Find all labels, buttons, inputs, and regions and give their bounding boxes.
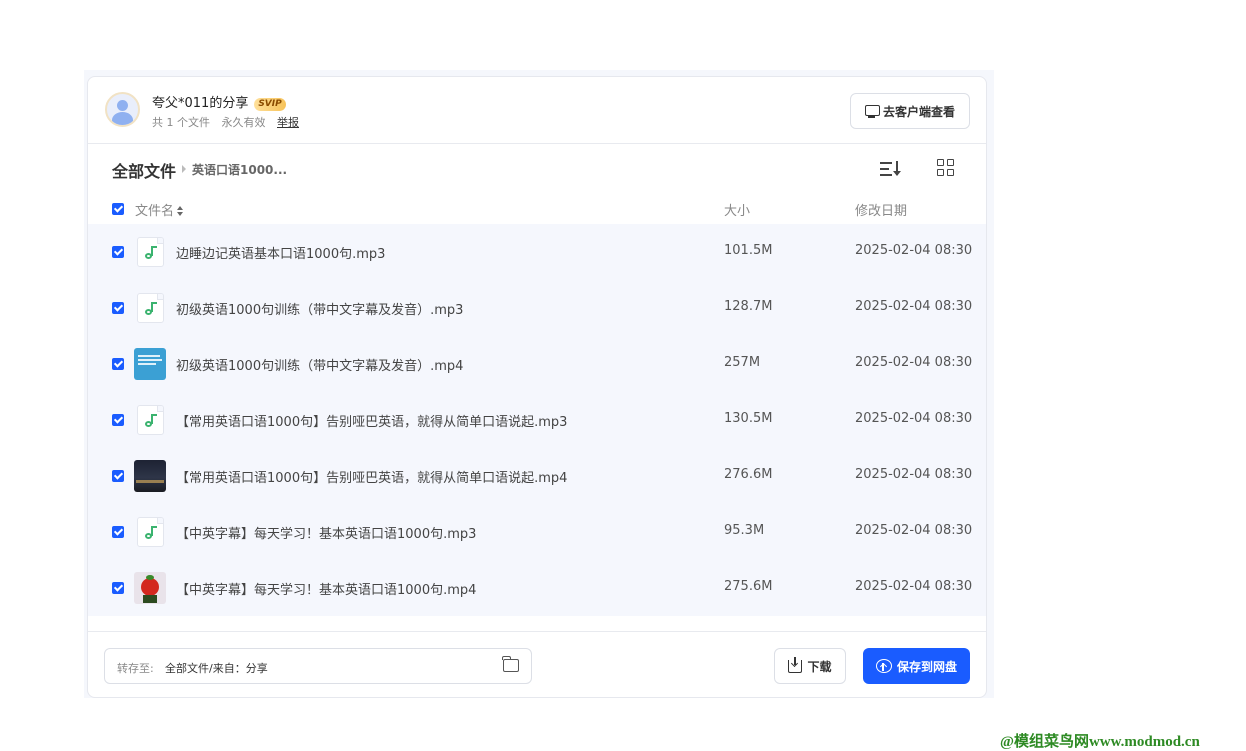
music-file-icon <box>137 517 164 547</box>
file-row[interactable]: 【常用英语口语1000句】告别哑巴英语，就得从简单口语说起.mp4 276.6M… <box>88 448 986 504</box>
file-row[interactable]: 【常用英语口语1000句】告别哑巴英语，就得从简单口语说起.mp3 130.5M… <box>88 392 986 448</box>
file-name[interactable]: 初级英语1000句训练（带中文字幕及发音）.mp3 <box>176 299 463 318</box>
file-date: 2025-02-04 08:30 <box>855 467 973 482</box>
file-name[interactable]: 【中英字幕】每天学习！基本英语口语1000句.mp4 <box>176 579 476 598</box>
row-checkbox[interactable] <box>112 246 124 258</box>
file-name[interactable]: 【常用英语口语1000句】告别哑巴英语，就得从简单口语说起.mp3 <box>176 411 567 430</box>
cloud-upload-icon <box>875 659 892 673</box>
music-file-icon <box>137 237 164 267</box>
row-checkbox[interactable] <box>112 414 124 426</box>
column-modified: 修改日期 <box>855 204 908 219</box>
validity: 永久有效 <box>221 116 266 129</box>
share-owner-title: 夸父*011的分享 <box>152 96 249 111</box>
file-row[interactable]: 【中英字幕】每天学习！基本英语口语1000句.mp3 95.3M 2025-02… <box>88 504 986 560</box>
breadcrumb-current: 英语口语1000... <box>192 163 288 177</box>
open-in-client-label: 去客户端查看 <box>882 104 955 119</box>
avatar[interactable] <box>105 92 140 127</box>
music-file-icon <box>137 405 164 435</box>
action-footer: 转存至: 全部文件/来自：分享 下载 保存到网盘 <box>88 631 986 697</box>
breadcrumb-root[interactable]: 全部文件 <box>112 158 176 182</box>
folder-icon[interactable] <box>502 656 519 672</box>
download-label: 下载 <box>807 659 832 674</box>
file-date: 2025-02-04 08:30 <box>855 299 973 314</box>
file-date: 2025-02-04 08:30 <box>855 243 973 258</box>
file-size: 95.3M <box>724 523 765 538</box>
file-count: 共 1 个文件 <box>152 116 210 129</box>
grid-view-icon[interactable] <box>937 159 955 177</box>
svip-badge: SVIP <box>254 98 286 111</box>
download-icon <box>788 656 803 673</box>
save-to-label: 转存至: <box>117 662 154 675</box>
share-panel: 夸父*011的分享 SVIP 共 1 个文件 永久有效 举报 去客户端查看 全部文… <box>87 76 987 698</box>
file-row[interactable]: 初级英语1000句训练（带中文字幕及发音）.mp4 257M 2025-02-0… <box>88 336 986 392</box>
report-link[interactable]: 举报 <box>277 116 299 129</box>
save-to-cloud-button[interactable]: 保存到网盘 <box>863 648 970 684</box>
row-checkbox[interactable] <box>112 582 124 594</box>
music-file-icon <box>137 293 164 323</box>
file-size: 130.5M <box>724 411 773 426</box>
file-name[interactable]: 边睡边记英语基本口语1000句.mp3 <box>176 243 385 262</box>
share-title: 夸父*011的分享 SVIP <box>152 92 286 111</box>
file-size: 257M <box>724 355 761 370</box>
file-list: 边睡边记英语基本口语1000句.mp3 101.5M 2025-02-04 08… <box>88 224 986 616</box>
file-name[interactable]: 初级英语1000句训练（带中文字幕及发音）.mp4 <box>176 355 463 374</box>
select-all-checkbox[interactable] <box>112 203 124 215</box>
file-size: 276.6M <box>724 467 773 482</box>
watermark: @模组菜鸟网www.modmod.cn <box>1000 734 1200 750</box>
breadcrumb: 全部文件 英语口语1000... <box>88 144 986 194</box>
file-date: 2025-02-04 08:30 <box>855 411 973 426</box>
save-to-cloud-label: 保存到网盘 <box>896 659 957 674</box>
file-size: 275.6M <box>724 579 773 594</box>
open-in-client-button[interactable]: 去客户端查看 <box>850 93 970 129</box>
file-row[interactable]: 初级英语1000句训练（带中文字幕及发音）.mp3 128.7M 2025-02… <box>88 280 986 336</box>
column-size: 大小 <box>724 204 751 219</box>
row-checkbox[interactable] <box>112 302 124 314</box>
share-header: 夸父*011的分享 SVIP 共 1 个文件 永久有效 举报 去客户端查看 <box>88 77 986 144</box>
column-name[interactable]: 文件名 <box>135 200 184 219</box>
row-checkbox[interactable] <box>112 526 124 538</box>
row-checkbox[interactable] <box>112 470 124 482</box>
monitor-icon <box>864 104 880 118</box>
column-name-label: 文件名 <box>135 204 175 219</box>
row-checkbox[interactable] <box>112 358 124 370</box>
download-button[interactable]: 下载 <box>774 648 846 684</box>
file-size: 101.5M <box>724 243 773 258</box>
column-header: 文件名 大小 修改日期 <box>88 194 986 224</box>
save-to-path: 全部文件/来自：分享 <box>165 662 268 675</box>
file-name[interactable]: 【常用英语口语1000句】告别哑巴英语，就得从简单口语说起.mp4 <box>176 467 567 486</box>
file-size: 128.7M <box>724 299 773 314</box>
share-meta: 共 1 个文件 永久有效 举报 <box>152 114 307 130</box>
file-date: 2025-02-04 08:30 <box>855 579 973 594</box>
file-date: 2025-02-04 08:30 <box>855 523 973 538</box>
save-destination-field[interactable]: 转存至: 全部文件/来自：分享 <box>104 648 532 684</box>
file-row[interactable]: 【中英字幕】每天学习！基本英语口语1000句.mp4 275.6M 2025-0… <box>88 560 986 616</box>
file-name[interactable]: 【中英字幕】每天学习！基本英语口语1000句.mp3 <box>176 523 476 542</box>
sort-icon[interactable] <box>880 160 902 178</box>
file-date: 2025-02-04 08:30 <box>855 355 973 370</box>
sort-toggle-icon[interactable] <box>177 206 184 216</box>
breadcrumb-separator-icon <box>182 165 186 173</box>
video-thumbnail <box>134 572 166 604</box>
video-thumbnail <box>134 460 166 492</box>
file-row[interactable]: 边睡边记英语基本口语1000句.mp3 101.5M 2025-02-04 08… <box>88 224 986 280</box>
video-thumbnail <box>134 348 166 380</box>
